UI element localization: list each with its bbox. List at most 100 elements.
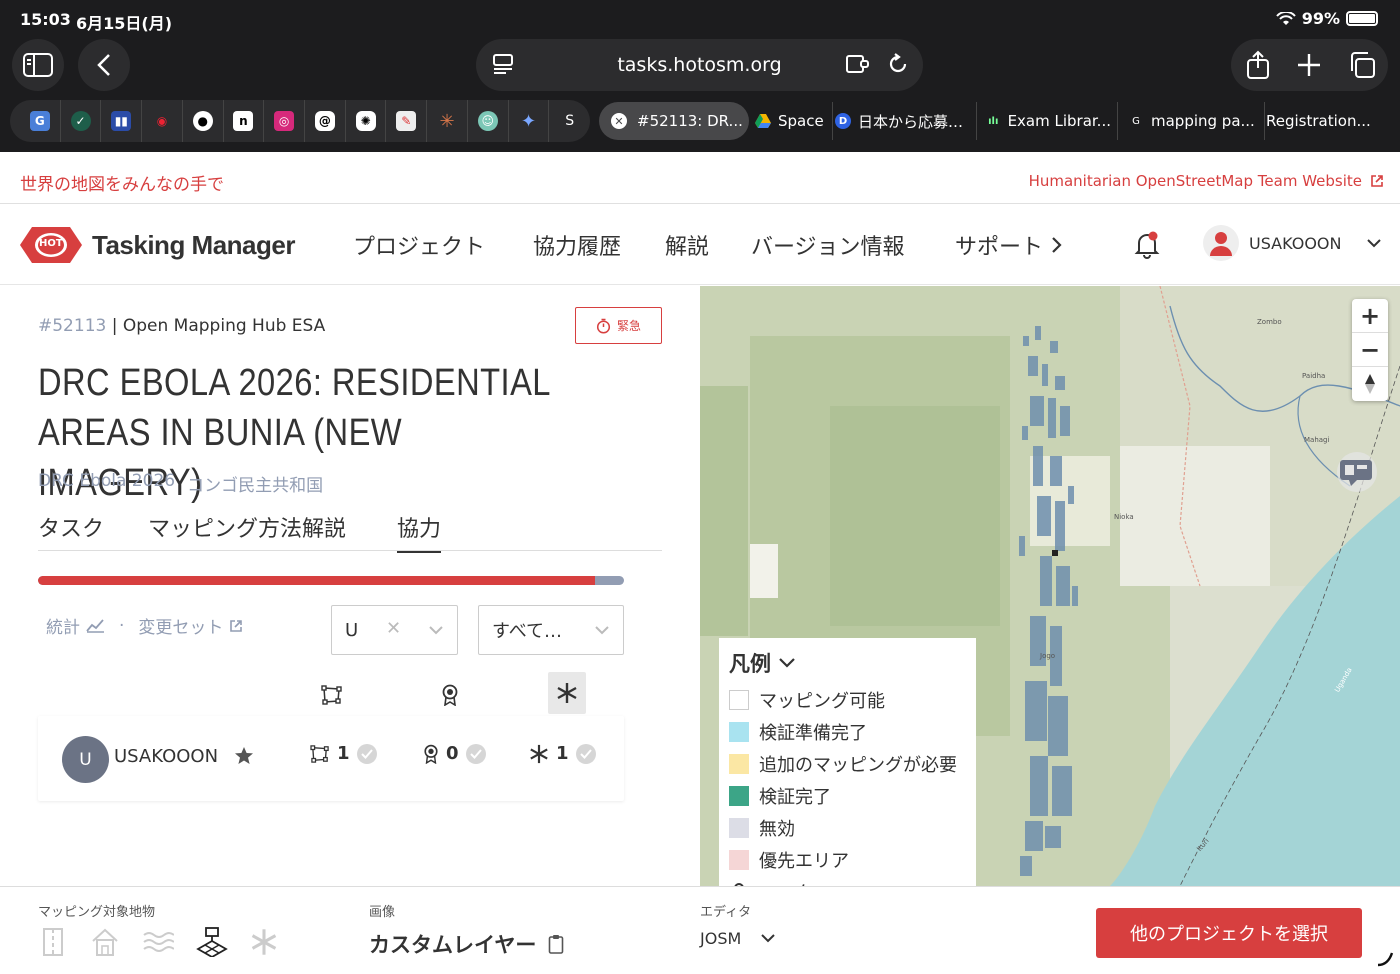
- fav-openai[interactable]: ✺: [346, 100, 387, 142]
- contributor-avatar[interactable]: U: [62, 736, 109, 783]
- contributor-name[interactable]: USAKOOON: [114, 746, 218, 767]
- battery-icon: [1346, 11, 1378, 26]
- tab-apply-label: 日本から応募…: [858, 112, 964, 131]
- level-filter-select[interactable]: すべて…: [478, 605, 624, 655]
- stats-links: 統計 · 変更セット: [46, 613, 243, 638]
- feature-icons: [38, 927, 278, 957]
- tab-space-label: Space: [778, 112, 824, 130]
- sort-mapped-button[interactable]: [317, 680, 347, 710]
- landuse-icon: [196, 927, 228, 957]
- tasking-manager-logo[interactable]: HOT Tasking Manager: [20, 223, 295, 267]
- notion-icon: n: [233, 111, 254, 131]
- notifications-button[interactable]: [1134, 231, 1160, 263]
- extension-icon[interactable]: [845, 52, 871, 76]
- legend-label: 追加のマッピングが必要: [759, 755, 957, 776]
- tabs-overview-icon[interactable]: [1347, 51, 1377, 79]
- campaign-link[interactable]: DRC Ebola 2026: [38, 471, 175, 496]
- eye-icon: ◉: [156, 114, 168, 128]
- site-slogan: 世界の地図をみんなの手で: [20, 175, 224, 195]
- project-campaign-line: DRC Ebola 2026 コンゴ民主共和国: [38, 471, 323, 496]
- project-map[interactable]: Zombo Paidha Mahagi Nioka Jogo Ituri Uga…: [700, 286, 1400, 886]
- star-icon: [235, 747, 253, 764]
- zoom-controls: + −: [1352, 299, 1388, 401]
- compass-icon: [1365, 374, 1375, 394]
- tab-space[interactable]: Space: [755, 102, 833, 140]
- fav-claude[interactable]: ✳: [427, 100, 468, 142]
- compass-button[interactable]: [1352, 367, 1388, 401]
- resize-handle-icon[interactable]: [1376, 951, 1394, 967]
- progress-fill: [38, 576, 595, 585]
- tab-instructions[interactable]: マッピング方法解説: [148, 511, 346, 551]
- fav-github[interactable]: ●: [183, 100, 224, 142]
- new-tab-icon[interactable]: [1297, 53, 1321, 77]
- stats-link[interactable]: 統計: [46, 613, 105, 638]
- user-avatar-icon: [1203, 225, 1239, 261]
- asterisk-icon: [530, 744, 548, 763]
- nav-projects[interactable]: プロジェクト: [353, 229, 485, 261]
- fav-instagram[interactable]: ◎: [264, 100, 306, 142]
- project-id-line: #52113 | Open Mapping Hub ESA: [38, 316, 325, 336]
- clear-filter-icon[interactable]: ✕: [386, 618, 401, 639]
- map-label-paidha: Paidha: [1302, 372, 1326, 380]
- tab-registration[interactable]: Registration...: [1266, 102, 1380, 140]
- tab-tasks[interactable]: タスク: [38, 511, 104, 551]
- battery-percent: 99%: [1301, 9, 1340, 28]
- project-id[interactable]: #52113: [38, 316, 106, 336]
- chevron-down-icon: [1367, 238, 1382, 247]
- editor-label: エディタ: [700, 905, 752, 920]
- address-bar[interactable]: tasks.hotosm.org: [476, 39, 923, 91]
- fav-translate[interactable]: G: [20, 100, 61, 142]
- threads-icon: @: [314, 111, 335, 131]
- close-tab-icon[interactable]: ✕: [611, 113, 627, 129]
- fav-s[interactable]: S: [549, 100, 590, 142]
- fav-book[interactable]: ▮▮: [101, 100, 143, 142]
- urgent-label: 緊急: [616, 319, 641, 333]
- zoom-out-button[interactable]: −: [1352, 333, 1388, 367]
- tab-mapping[interactable]: G mapping pa...: [1120, 102, 1265, 140]
- legend-swatch: [729, 722, 749, 742]
- site-top-strip: 世界の地図をみんなの手で Humanitarian OpenStreetMap …: [0, 152, 1400, 204]
- feedback-button[interactable]: [1335, 452, 1379, 492]
- country-link[interactable]: コンゴ民主共和国: [187, 471, 323, 496]
- tab-exam[interactable]: ılı Exam Librar...: [976, 102, 1118, 140]
- tab-current[interactable]: ✕ #52113: DR...: [599, 102, 749, 140]
- fav-gemini[interactable]: ✦: [509, 100, 550, 142]
- fav-eye[interactable]: ◉: [142, 100, 183, 142]
- changesets-link[interactable]: 変更セット: [138, 613, 243, 638]
- clipboard-icon[interactable]: [548, 934, 564, 954]
- sidebar-toggle-button[interactable]: [12, 39, 64, 91]
- level-filter-value: すべて…: [492, 621, 563, 642]
- nav-support[interactable]: サポート: [955, 229, 1063, 261]
- sort-validated-button[interactable]: [435, 680, 465, 710]
- nav-contributions[interactable]: 協力履歴: [533, 229, 621, 261]
- nav-about[interactable]: バージョン情報: [751, 229, 905, 261]
- legend-toggle[interactable]: 凡例: [729, 648, 966, 678]
- google-drive-icon: [755, 113, 771, 129]
- sort-total-button[interactable]: [548, 672, 586, 714]
- road-icon: [43, 928, 63, 956]
- toolbar-actions: [1231, 39, 1388, 91]
- reload-icon[interactable]: [887, 52, 909, 76]
- back-button[interactable]: [78, 39, 130, 91]
- zoom-in-button[interactable]: +: [1352, 299, 1388, 333]
- hot-logo-badge: HOT: [39, 238, 63, 249]
- user-filter-select[interactable]: U ✕: [331, 605, 458, 655]
- share-icon[interactable]: [1245, 50, 1271, 80]
- editor-select[interactable]: JOSM: [700, 929, 775, 948]
- hot-website-link[interactable]: Humanitarian OpenStreetMap Team Website: [1029, 172, 1384, 190]
- fav-notion[interactable]: n: [224, 100, 265, 142]
- project-panel: #52113 | Open Mapping Hub ESA 緊急 DRC EBO…: [0, 286, 700, 886]
- fav-chatbot[interactable]: ☺: [468, 100, 509, 142]
- tab-contributions[interactable]: 協力: [397, 511, 442, 553]
- check-icon: [575, 743, 596, 764]
- tab-apply[interactable]: D 日本から応募…: [835, 102, 977, 140]
- fav-pdf[interactable]: ✎: [386, 100, 428, 142]
- select-another-project-button[interactable]: 他のプロジェクトを選択: [1096, 908, 1362, 958]
- fav-shield[interactable]: ✓: [61, 100, 102, 142]
- timer-icon: [596, 318, 611, 334]
- user-menu[interactable]: USAKOOON: [1203, 225, 1382, 261]
- nav-learn[interactable]: 解説: [665, 229, 709, 261]
- fav-threads[interactable]: @: [305, 100, 346, 142]
- legend-label: 優先エリア: [759, 851, 849, 872]
- imagery-value-line: カスタムレイヤー: [369, 929, 564, 959]
